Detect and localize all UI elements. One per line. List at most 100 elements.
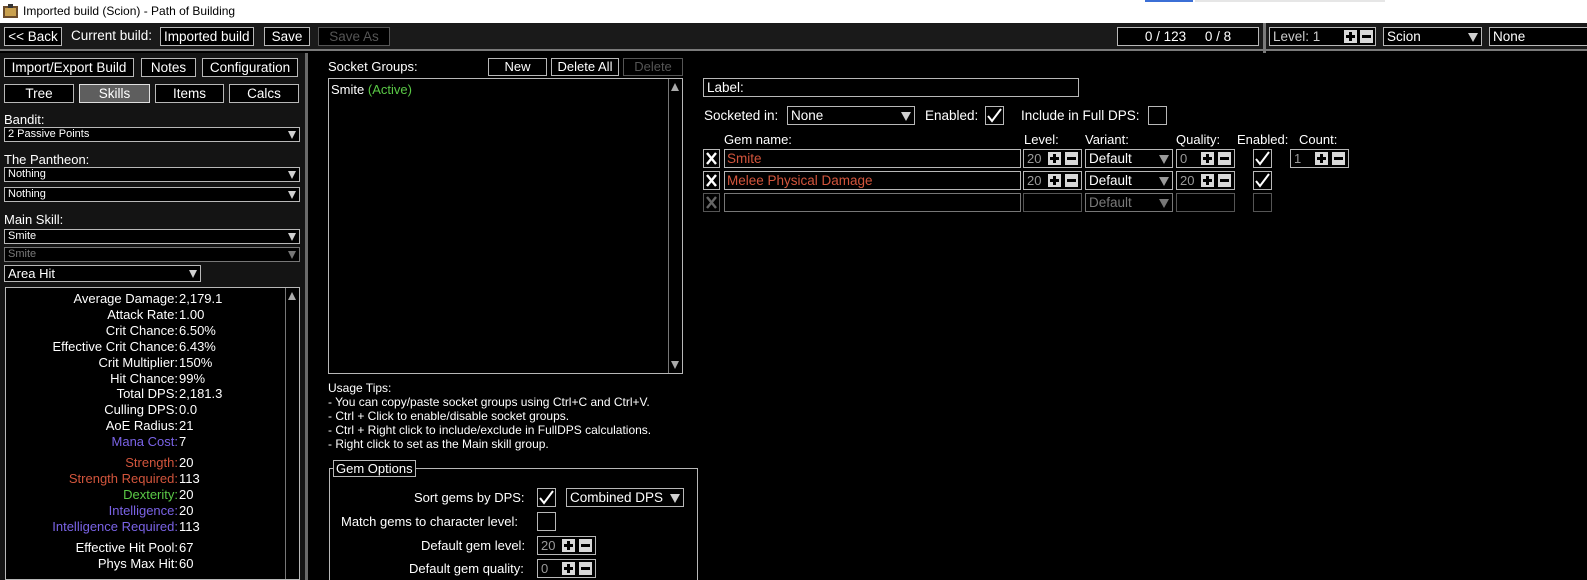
stat-label: Strength: bbox=[125, 455, 178, 470]
group-label-field[interactable]: Label: bbox=[703, 78, 1079, 97]
gem-quality-value: 20 bbox=[1180, 173, 1195, 188]
gem-level-stepper[interactable]: 20 bbox=[1023, 149, 1082, 168]
default-level-stepper[interactable]: 20 bbox=[537, 536, 596, 555]
gem-level-value: 20 bbox=[1027, 173, 1042, 188]
gem-level-stepper[interactable] bbox=[1023, 193, 1082, 212]
ascendancy-value: None bbox=[1493, 29, 1526, 44]
gem-enabled-checkbox[interactable] bbox=[1253, 171, 1272, 190]
tab-skills[interactable]: Skills bbox=[79, 84, 150, 103]
gem-quality-stepper[interactable]: 20 bbox=[1176, 171, 1235, 190]
import-export-button[interactable]: Import/Export Build bbox=[4, 58, 134, 77]
left-panel-divider[interactable] bbox=[305, 53, 308, 580]
plus-icon[interactable] bbox=[1048, 152, 1061, 165]
stat-value: 60 bbox=[179, 556, 194, 571]
socketed-in-dropdown[interactable]: None bbox=[787, 106, 915, 125]
gem-enabled-checkbox[interactable] bbox=[1253, 193, 1272, 212]
sort-gems-checkbox[interactable] bbox=[537, 488, 556, 507]
build-name-field[interactable]: Imported build bbox=[160, 27, 254, 46]
default-quality-stepper[interactable]: 0 bbox=[537, 559, 596, 578]
back-button[interactable]: << Back bbox=[4, 27, 62, 46]
tip-line: - Right click to set as the Main skill g… bbox=[328, 437, 549, 451]
class-dropdown[interactable]: Scion bbox=[1383, 27, 1482, 46]
list-item[interactable]: Smite (Active) bbox=[331, 82, 412, 97]
header-quality: Quality: bbox=[1176, 132, 1221, 147]
configuration-button[interactable]: Configuration bbox=[202, 58, 298, 77]
skill-mode-dropdown[interactable]: Area Hit bbox=[4, 265, 201, 282]
class-value: Scion bbox=[1387, 29, 1421, 44]
minus-icon[interactable] bbox=[579, 539, 592, 552]
delete-all-button[interactable]: Delete All bbox=[551, 58, 619, 76]
gem-name-field[interactable]: Melee Physical Damage bbox=[724, 171, 1021, 190]
gem-level-value: 20 bbox=[1027, 151, 1042, 166]
plus-icon[interactable] bbox=[562, 539, 575, 552]
save-as-button[interactable]: Save As bbox=[318, 27, 390, 46]
stat-label: Crit Multiplier: bbox=[98, 355, 178, 370]
stat-value: 6.50% bbox=[179, 323, 216, 338]
notes-button[interactable]: Notes bbox=[141, 58, 196, 77]
level-field[interactable]: Level: 1 bbox=[1269, 27, 1376, 46]
bandit-dropdown[interactable]: 2 Passive Points bbox=[4, 127, 300, 142]
sort-mode-value: Combined DPS bbox=[570, 490, 664, 505]
plus-icon[interactable] bbox=[1201, 152, 1214, 165]
gem-count-stepper[interactable]: 1 bbox=[1290, 149, 1349, 168]
skill-mode-value: Area Hit bbox=[8, 266, 55, 281]
minus-icon[interactable] bbox=[579, 562, 592, 575]
full-dps-checkbox[interactable] bbox=[1148, 106, 1167, 125]
pantheon-minor-dropdown[interactable]: Nothing bbox=[4, 187, 300, 202]
bandit-value: 2 Passive Points bbox=[8, 128, 90, 140]
minus-icon[interactable] bbox=[1218, 174, 1231, 187]
tab-tree[interactable]: Tree bbox=[4, 84, 74, 103]
chevron-down-icon bbox=[288, 131, 296, 139]
delete-group-button[interactable]: Delete bbox=[623, 58, 683, 76]
ascendancy-points: 0 / 8 bbox=[1204, 29, 1232, 44]
gem-level-stepper[interactable]: 20 bbox=[1023, 171, 1082, 190]
plus-icon[interactable] bbox=[1048, 174, 1061, 187]
match-level-checkbox[interactable] bbox=[537, 512, 556, 531]
socket-group-list[interactable]: Smite (Active) bbox=[328, 78, 683, 374]
remove-gem-button[interactable] bbox=[703, 193, 720, 212]
minus-icon[interactable] bbox=[1065, 152, 1078, 165]
scroll-up-arrow-icon[interactable] bbox=[288, 292, 296, 300]
main-skill-part-dropdown[interactable]: Smite bbox=[4, 247, 300, 262]
remove-gem-button[interactable] bbox=[703, 149, 720, 168]
gem-quality-stepper[interactable] bbox=[1176, 193, 1235, 212]
pantheon-major-dropdown[interactable]: Nothing bbox=[4, 167, 300, 182]
save-button[interactable]: Save bbox=[264, 27, 310, 46]
close-icon bbox=[706, 152, 717, 165]
group-enabled-checkbox[interactable] bbox=[985, 106, 1004, 125]
scroll-up-arrow-icon[interactable] bbox=[671, 83, 679, 91]
plus-icon[interactable] bbox=[562, 562, 575, 575]
sort-mode-dropdown[interactable]: Combined DPS bbox=[566, 488, 684, 507]
gem-options-title: Gem Options bbox=[333, 460, 416, 477]
minus-icon[interactable] bbox=[1332, 152, 1345, 165]
gem-name-field[interactable]: Smite bbox=[724, 149, 1021, 168]
tab-calcs[interactable]: Calcs bbox=[229, 84, 299, 103]
stat-value: 2,179.1 bbox=[179, 291, 223, 306]
main-skill-dropdown[interactable]: Smite bbox=[4, 229, 300, 244]
header-gem-name: Gem name: bbox=[724, 132, 792, 147]
gem-enabled-checkbox[interactable] bbox=[1253, 149, 1272, 168]
socket-group-scrollbar[interactable] bbox=[668, 79, 682, 373]
minus-icon[interactable] bbox=[1065, 174, 1078, 187]
tab-items[interactable]: Items bbox=[155, 84, 224, 103]
scroll-down-arrow-icon[interactable] bbox=[671, 361, 679, 369]
gem-variant-dropdown[interactable]: Default bbox=[1085, 149, 1173, 168]
gem-quality-stepper[interactable]: 0 bbox=[1176, 149, 1235, 168]
toolbar-separator bbox=[1263, 23, 1266, 53]
default-quality-label: Default gem quality: bbox=[409, 561, 524, 576]
level-plus-button[interactable] bbox=[1344, 30, 1357, 43]
socket-group-name: Smite bbox=[331, 82, 365, 97]
minus-icon[interactable] bbox=[1218, 152, 1231, 165]
chevron-down-icon bbox=[1159, 199, 1169, 208]
new-group-button[interactable]: New bbox=[488, 58, 547, 76]
level-minus-button[interactable] bbox=[1360, 30, 1373, 43]
new-gem-name-field[interactable] bbox=[724, 193, 1021, 212]
stats-panel: Average Damage: 2,179.1 Attack Rate: 1.00 … bbox=[5, 287, 300, 580]
remove-gem-button[interactable] bbox=[703, 171, 720, 190]
gem-variant-dropdown[interactable]: Default bbox=[1085, 171, 1173, 190]
ascendancy-dropdown[interactable]: None bbox=[1489, 27, 1587, 46]
stats-scrollbar[interactable] bbox=[285, 288, 299, 579]
plus-icon[interactable] bbox=[1201, 174, 1214, 187]
gem-variant-dropdown[interactable]: Default bbox=[1085, 193, 1173, 212]
plus-icon[interactable] bbox=[1315, 152, 1328, 165]
